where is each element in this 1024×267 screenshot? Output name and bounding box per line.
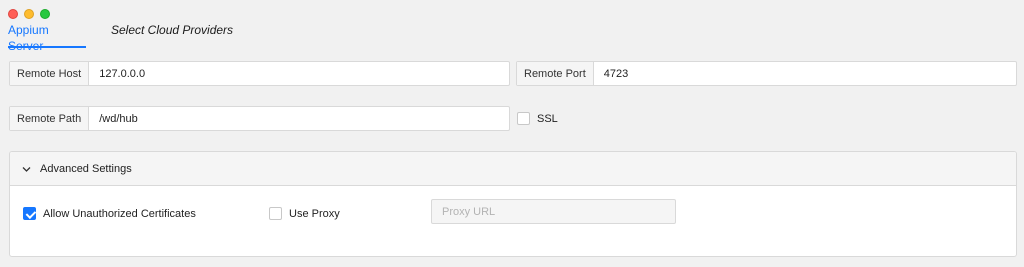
allow-unauthorized-checkbox[interactable] — [23, 207, 36, 220]
allow-unauthorized-option[interactable]: Allow Unauthorized Certificates — [23, 207, 196, 220]
traffic-lights — [8, 9, 50, 19]
allow-unauthorized-label: Allow Unauthorized Certificates — [43, 207, 196, 220]
tab-bar: Appium Server Select Cloud Providers — [8, 21, 233, 53]
advanced-settings-panel: Advanced Settings Allow Unauthorized Cer… — [9, 151, 1017, 257]
ssl-checkbox[interactable] — [517, 112, 530, 125]
remote-port-input[interactable] — [593, 62, 1016, 85]
remote-path-input[interactable] — [89, 107, 509, 130]
proxy-url-input[interactable] — [431, 199, 676, 224]
use-proxy-option[interactable]: Use Proxy — [269, 207, 340, 220]
advanced-settings-header[interactable]: Advanced Settings — [10, 152, 1016, 186]
ssl-option[interactable]: SSL — [517, 112, 558, 125]
remote-port-label: Remote Port — [517, 62, 594, 85]
use-proxy-label: Use Proxy — [289, 207, 340, 220]
remote-host-label: Remote Host — [10, 62, 90, 85]
remote-port-group: Remote Port — [516, 61, 1017, 86]
ssl-label: SSL — [537, 112, 558, 125]
remote-path-group: Remote Path — [9, 106, 510, 131]
close-window-button[interactable] — [8, 9, 18, 19]
minimize-window-button[interactable] — [24, 9, 34, 19]
tab-select-cloud-providers[interactable]: Select Cloud Providers — [111, 21, 233, 48]
remote-host-input[interactable] — [89, 62, 509, 85]
tab-appium-server[interactable]: Appium Server — [8, 21, 86, 53]
chevron-down-icon — [22, 165, 31, 173]
advanced-settings-title: Advanced Settings — [40, 162, 132, 175]
zoom-window-button[interactable] — [40, 9, 50, 19]
remote-path-label: Remote Path — [10, 107, 90, 130]
remote-host-group: Remote Host — [9, 61, 510, 86]
use-proxy-checkbox[interactable] — [269, 207, 282, 220]
